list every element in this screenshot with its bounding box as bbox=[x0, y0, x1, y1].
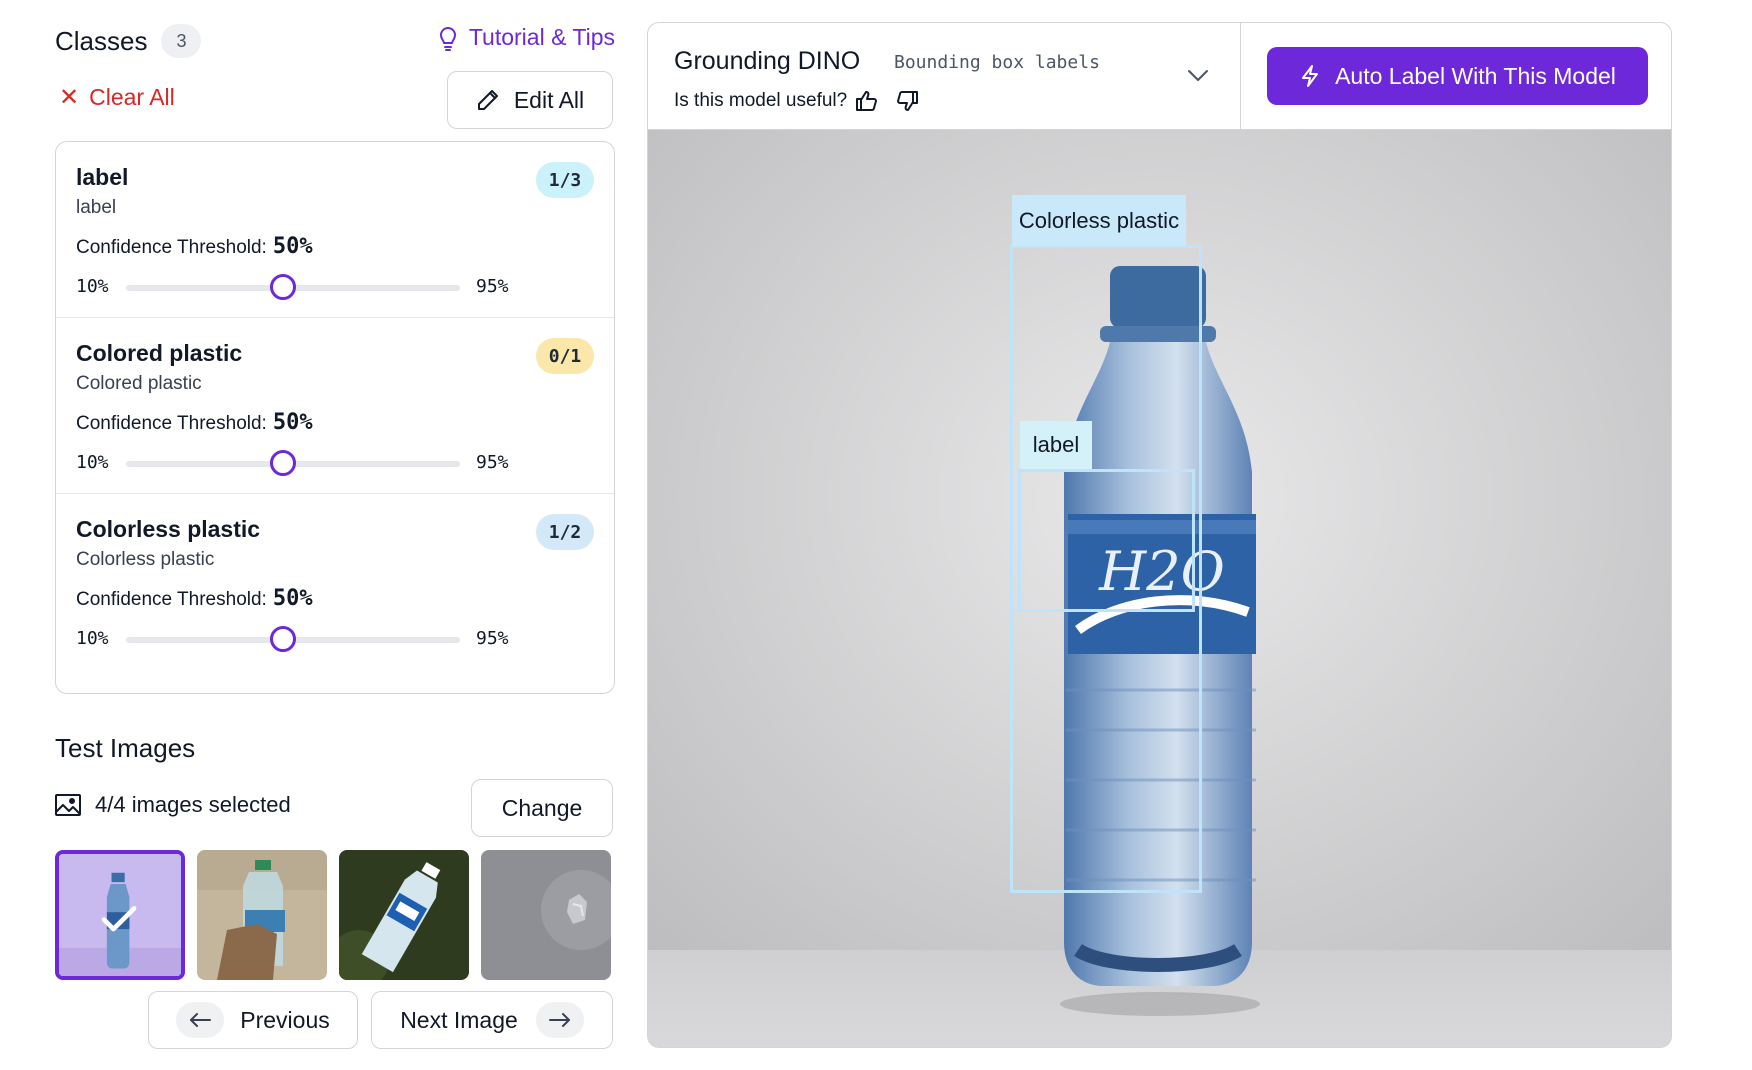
confidence-value: 50% bbox=[272, 410, 313, 435]
classes-panel: Classes 3 Tutorial & Tips ✕ Clear All Ed… bbox=[55, 0, 615, 1070]
test-images-title: Test Images bbox=[55, 733, 196, 763]
edit-all-label: Edit All bbox=[513, 86, 585, 113]
slider-thumb[interactable] bbox=[269, 450, 296, 476]
class-item-colorless-plastic: Colorless plastic Colorless plastic 1/2 … bbox=[56, 494, 614, 670]
confidence-slider: 10% 95% bbox=[76, 624, 576, 654]
class-subtitle: Colorless plastic bbox=[76, 549, 215, 570]
class-count-badge: 1/2 bbox=[536, 514, 594, 550]
close-icon: ✕ bbox=[59, 83, 80, 111]
class-subtitle: label bbox=[76, 197, 117, 218]
preview-image-canvas: H2O Colorless plastic label bbox=[648, 130, 1671, 1047]
clear-all-button[interactable]: ✕ Clear All bbox=[59, 84, 175, 111]
confidence-label: Confidence Threshold: bbox=[76, 237, 267, 258]
slider-thumb[interactable] bbox=[269, 626, 296, 652]
bottle-on-purple-thumbnail bbox=[59, 854, 181, 976]
change-images-button[interactable]: Change bbox=[471, 779, 613, 837]
images-selected-row: 4/4 images selected bbox=[55, 792, 291, 818]
images-selected-suffix: images selected bbox=[131, 792, 291, 817]
confidence-row: Confidence Threshold: 50% bbox=[76, 234, 313, 259]
class-name: label bbox=[76, 164, 129, 190]
slider-track[interactable] bbox=[126, 274, 460, 300]
classes-count-badge: 3 bbox=[161, 24, 202, 58]
slider-max-label: 95% bbox=[476, 452, 509, 473]
auto-label-label: Auto Label With This Model bbox=[1335, 62, 1616, 89]
lightning-icon bbox=[1302, 65, 1319, 87]
aqua-bottle-on-grass-thumbnail bbox=[339, 850, 469, 980]
slider-track[interactable] bbox=[126, 450, 460, 476]
next-image-button[interactable]: Next Image bbox=[371, 991, 613, 1049]
confidence-value: 50% bbox=[272, 234, 313, 259]
chevron-down-icon bbox=[1188, 70, 1208, 81]
slider-max-label: 95% bbox=[476, 276, 509, 297]
images-selected-text: 4/4 images selected bbox=[95, 792, 291, 818]
class-count-badge: 0/1 bbox=[536, 338, 594, 374]
slider-max-label: 95% bbox=[476, 628, 509, 649]
edit-all-button[interactable]: Edit All bbox=[447, 71, 613, 129]
class-subtitle: Colored plastic bbox=[76, 373, 202, 394]
thumbs-down-icon[interactable] bbox=[895, 89, 919, 113]
slider-min-label: 10% bbox=[76, 628, 109, 649]
class-name: Colored plastic bbox=[76, 340, 243, 366]
next-label: Next Image bbox=[400, 1006, 518, 1033]
confidence-label: Confidence Threshold: bbox=[76, 413, 267, 434]
model-feedback-row: Is this model useful? bbox=[674, 89, 919, 113]
slider-thumb[interactable] bbox=[269, 274, 296, 300]
previous-image-button[interactable]: Previous bbox=[148, 991, 358, 1049]
bottle-in-hand-thumbnail bbox=[197, 850, 327, 980]
arrow-left-icon bbox=[176, 1002, 225, 1038]
model-select-dropdown[interactable]: Grounding DINO Bounding box labels Is th… bbox=[648, 23, 1241, 130]
thumbnail-crushed-bottle[interactable] bbox=[481, 850, 611, 980]
pencil-icon bbox=[477, 90, 498, 110]
confidence-slider: 10% 95% bbox=[76, 448, 576, 478]
classes-header: Classes 3 Tutorial & Tips bbox=[55, 22, 615, 60]
confidence-value: 50% bbox=[272, 586, 313, 611]
previous-label: Previous bbox=[240, 1006, 330, 1033]
bbox-tag-colorless-plastic: Colorless plastic bbox=[1012, 195, 1186, 246]
images-selected-count: 4/4 bbox=[95, 792, 126, 817]
confidence-slider: 10% 95% bbox=[76, 272, 576, 302]
thumbs-up-icon[interactable] bbox=[855, 89, 879, 113]
model-name: Grounding DINO bbox=[674, 47, 861, 75]
thumbnail-bottle-hand[interactable] bbox=[197, 850, 327, 980]
bbox-tag-label: label bbox=[1020, 421, 1092, 469]
bbox-label[interactable] bbox=[1018, 469, 1195, 612]
class-item-colored-plastic: Colored plastic Colored plastic 0/1 Conf… bbox=[56, 318, 614, 494]
tutorial-tips-link[interactable]: Tutorial & Tips bbox=[437, 24, 615, 51]
class-item-label: label label 1/3 Confidence Threshold: 50… bbox=[56, 142, 614, 318]
model-type: Bounding box labels bbox=[894, 52, 1100, 73]
auto-label-button[interactable]: Auto Label With This Model bbox=[1267, 47, 1648, 105]
class-name: Colorless plastic bbox=[76, 516, 261, 542]
slider-min-label: 10% bbox=[76, 452, 109, 473]
class-list: label label 1/3 Confidence Threshold: 50… bbox=[55, 141, 615, 694]
image-icon bbox=[55, 794, 81, 816]
crushed-bottle-thumbnail bbox=[481, 850, 611, 980]
slider-min-label: 10% bbox=[76, 276, 109, 297]
confidence-row: Confidence Threshold: 50% bbox=[76, 410, 313, 435]
tutorial-tips-label: Tutorial & Tips bbox=[468, 24, 615, 50]
useful-prompt: Is this model useful? bbox=[674, 90, 848, 111]
arrow-right-icon bbox=[535, 1002, 584, 1038]
slider-track[interactable] bbox=[126, 626, 460, 652]
test-image-thumbnails bbox=[55, 850, 615, 980]
confidence-row: Confidence Threshold: 50% bbox=[76, 586, 313, 611]
class-count-badge: 1/3 bbox=[536, 162, 594, 198]
confidence-label: Confidence Threshold: bbox=[76, 589, 267, 610]
clear-all-label: Clear All bbox=[89, 84, 175, 110]
thumbnail-aqua-bottle[interactable] bbox=[339, 850, 469, 980]
classes-title: Classes bbox=[55, 25, 148, 56]
thumbnail-bottle-purple[interactable] bbox=[55, 850, 185, 980]
lightbulb-icon bbox=[439, 26, 456, 51]
model-preview-panel: Grounding DINO Bounding box labels Is th… bbox=[647, 22, 1672, 1048]
model-header: Grounding DINO Bounding box labels Is th… bbox=[648, 23, 1671, 130]
